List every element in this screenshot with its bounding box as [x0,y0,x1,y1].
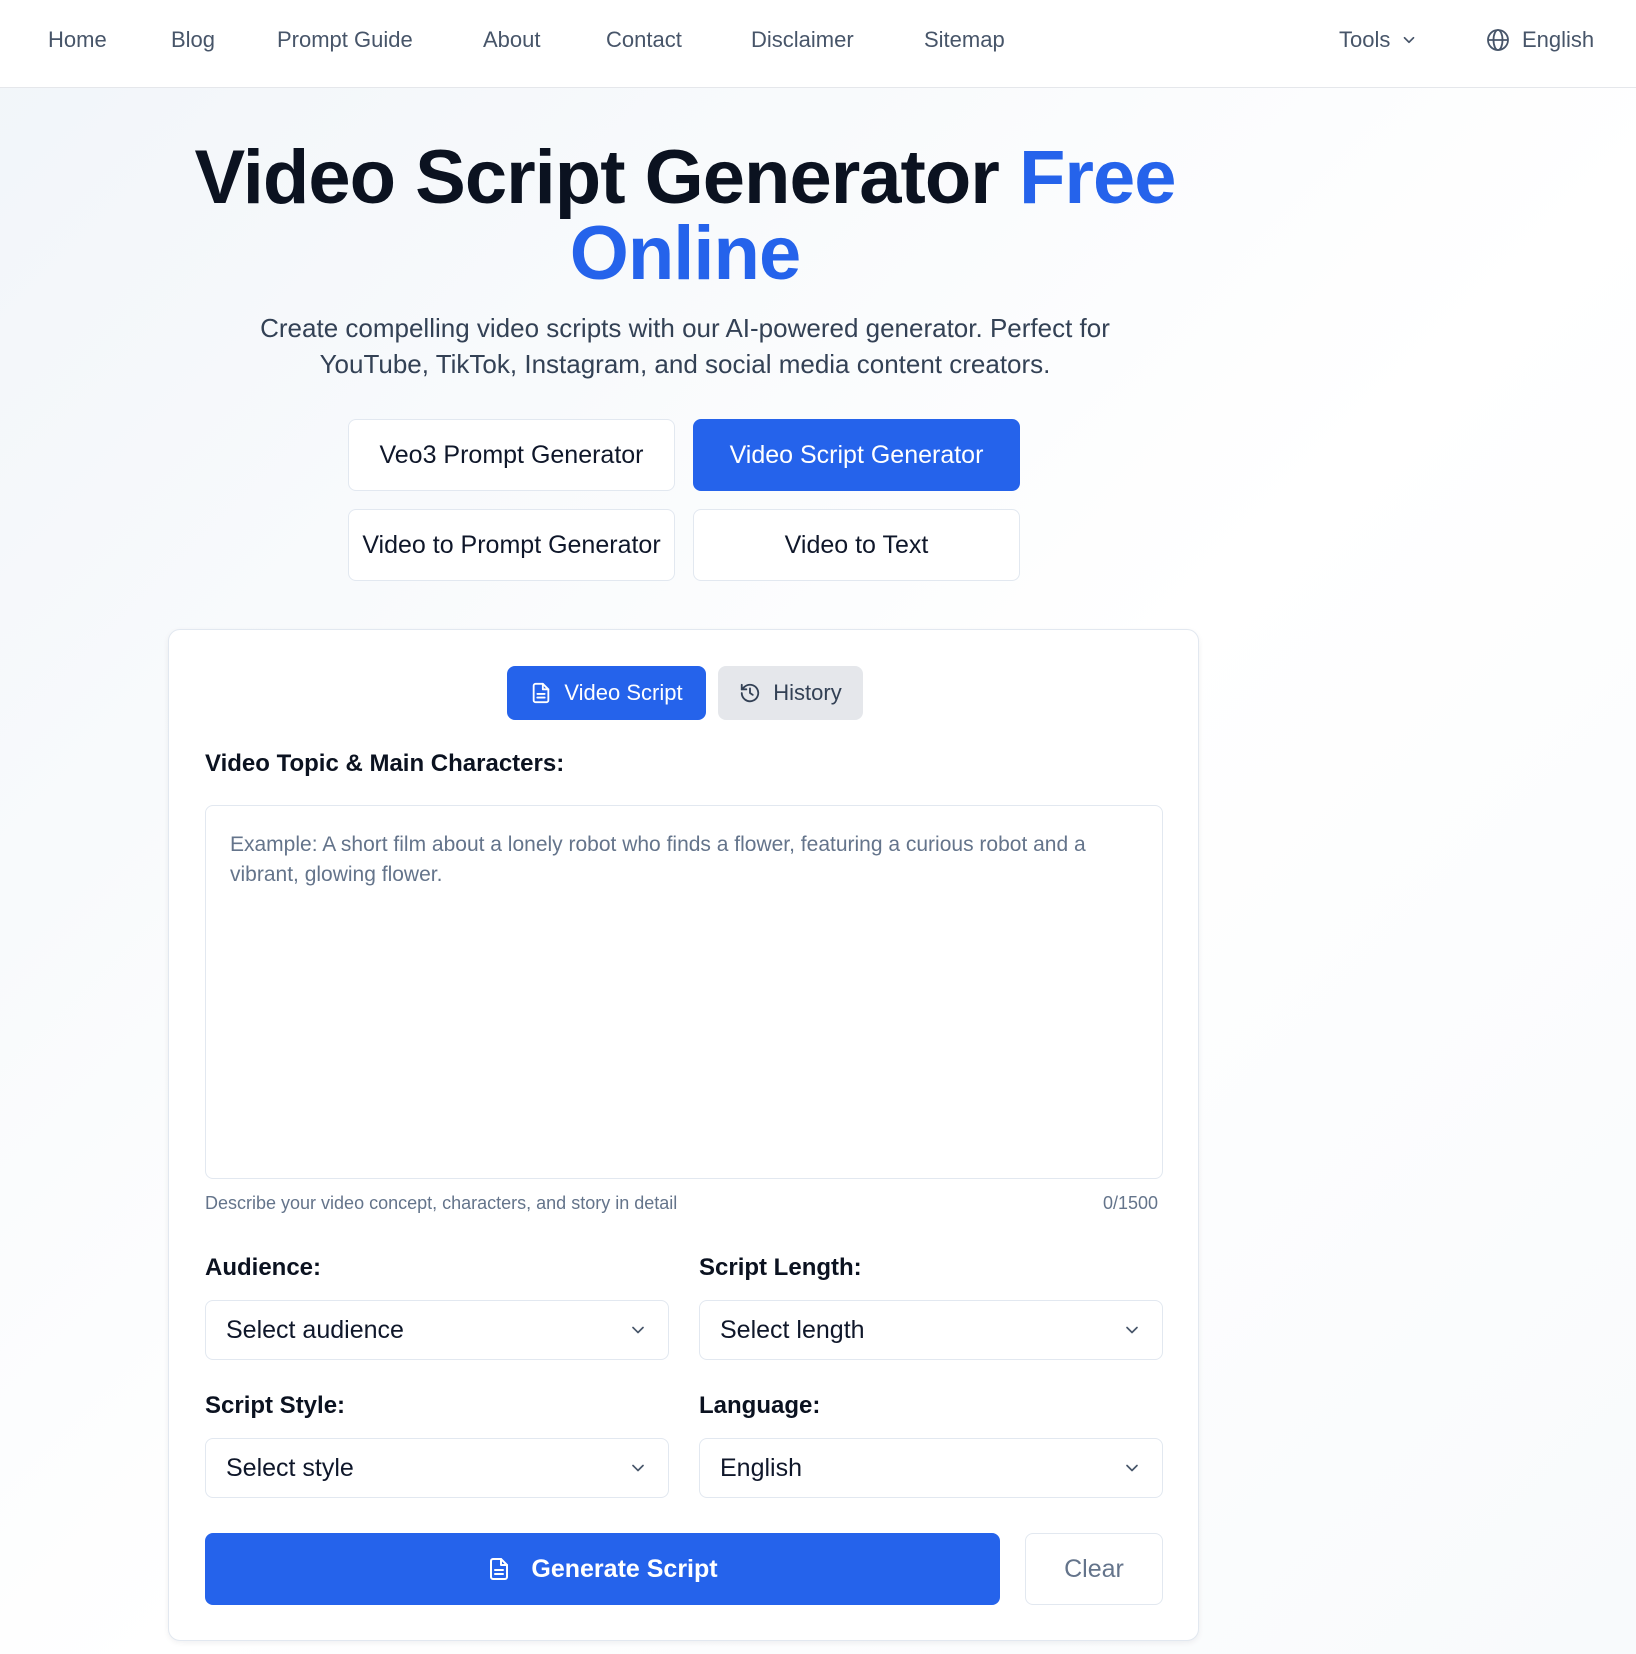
nav-link-home[interactable]: Home [48,24,107,56]
nav-link-blog[interactable]: Blog [171,24,215,56]
chevron-down-icon [1122,1320,1142,1340]
tool-button-video-to-prompt-generator[interactable]: Video to Prompt Generator [348,509,675,581]
chevron-down-icon [628,1320,648,1340]
language-select-label: Language: [699,1392,821,1419]
script-style-select-value: Select style [226,1453,354,1482]
globe-icon [1486,28,1510,52]
script-style-label: Script Style: [205,1392,346,1419]
character-count: 0/1500 [1103,1193,1159,1213]
language-select[interactable]: English [699,1438,1163,1498]
document-icon [487,1557,511,1581]
script-length-select[interactable]: Select length [699,1300,1163,1360]
script-style-select[interactable]: Select style [205,1438,669,1498]
clear-button[interactable]: Clear [1025,1533,1163,1605]
page-title-main: Video Script Generator [194,135,1019,220]
topic-label: Video Topic & Main Characters: [205,750,565,777]
tab-video-script[interactable]: Video Script [507,666,706,720]
chevron-down-icon [1122,1458,1142,1478]
generate-script-label: Generate Script [531,1554,718,1583]
tab-video-script-label: Video Script [564,680,683,705]
nav-link-prompt-guide[interactable]: Prompt Guide [277,24,413,56]
nav-link-disclaimer[interactable]: Disclaimer [751,24,854,56]
top-navbar: Home Blog Prompt Guide About Contact Dis… [0,0,1636,88]
language-select-value: English [720,1453,802,1482]
tool-button-veo3-prompt-generator[interactable]: Veo3 Prompt Generator [348,419,675,491]
page-title: Video Script Generator Free Online [160,140,1210,292]
topic-textarea-container [205,805,1163,1179]
script-length-label: Script Length: [699,1254,862,1281]
audience-select-value: Select audience [226,1315,404,1344]
chevron-down-icon [628,1458,648,1478]
topic-hint: Describe your video concept, characters,… [205,1193,678,1213]
nav-link-sitemap[interactable]: Sitemap [924,24,1005,56]
script-length-select-value: Select length [720,1315,865,1344]
tool-button-video-script-generator[interactable]: Video Script Generator [693,419,1020,491]
audience-label: Audience: [205,1254,322,1281]
language-label: English [1522,27,1595,52]
language-switcher[interactable]: English [1486,24,1594,56]
tool-button-video-to-text[interactable]: Video to Text [693,509,1020,581]
tools-label: Tools [1339,27,1391,52]
nav-link-contact[interactable]: Contact [606,24,682,56]
tab-history[interactable]: History [718,666,863,720]
document-icon [530,682,552,704]
history-icon [739,682,761,704]
audience-select[interactable]: Select audience [205,1300,669,1360]
generate-script-button[interactable]: Generate Script [205,1533,1000,1605]
topic-textarea[interactable] [206,806,1162,1178]
script-generator-card: Video Script History Video Topic & Main … [168,629,1199,1641]
nav-link-about[interactable]: About [483,24,541,56]
chevron-down-icon [1400,31,1418,49]
page-subtitle: Create compelling video scripts with our… [260,313,1110,379]
tab-history-label: History [773,680,842,705]
tools-dropdown[interactable]: Tools [1339,24,1418,56]
